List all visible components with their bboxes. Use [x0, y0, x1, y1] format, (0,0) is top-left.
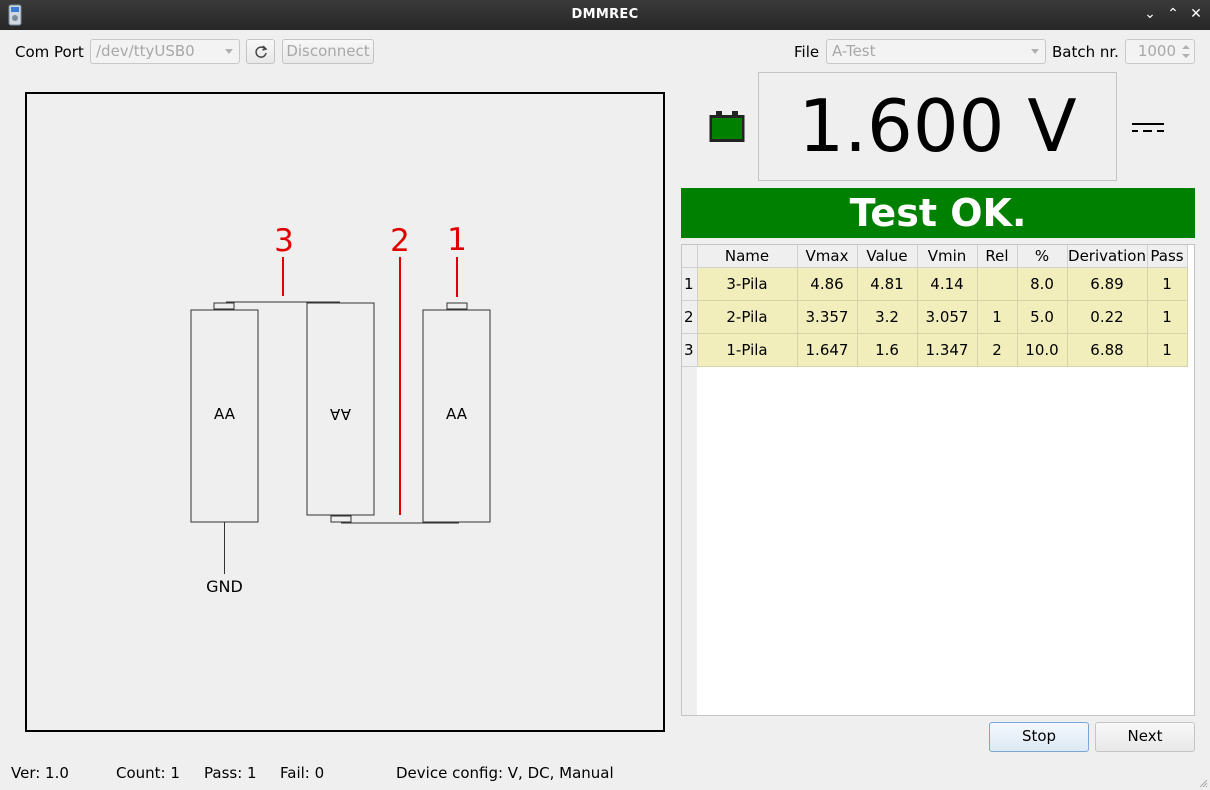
battery-2-label: AA [329, 405, 351, 423]
file-select[interactable]: A-Test [826, 39, 1046, 64]
resize-grip-icon[interactable] [1198, 778, 1208, 788]
cell-vmin[interactable]: 4.14 [917, 267, 978, 301]
circuit-diagram-svg: AA AA AA GND 3 2 1 [190, 222, 491, 596]
com-port-select[interactable]: /dev/ttyUSB0 [90, 39, 240, 64]
battery-3-label: AA [214, 405, 236, 423]
cell-name[interactable]: 2-Pila [697, 300, 798, 334]
column-header[interactable]: Pass [1147, 245, 1188, 268]
table-row[interactable]: 1 3-Pila 4.86 4.81 4.14 8.0 6.89 1 [682, 267, 1188, 301]
cell-name[interactable]: 3-Pila [697, 267, 798, 301]
cell-derivation[interactable]: 6.88 [1067, 333, 1148, 367]
table-row[interactable]: 2 2-Pila 3.357 3.2 3.057 1 5.0 0.22 1 [682, 300, 1188, 334]
refresh-icon [254, 45, 267, 58]
cell-vmin[interactable]: 3.057 [917, 300, 978, 334]
cell-value[interactable]: 1.6 [857, 333, 918, 367]
close-icon[interactable]: ✕ [1187, 5, 1205, 23]
cell-percent[interactable]: 10.0 [1017, 333, 1068, 367]
cell-vmax[interactable]: 1.647 [797, 333, 858, 367]
maximize-icon[interactable]: ⌃ [1164, 5, 1182, 23]
battery-3-terminal [213, 302, 235, 310]
battery-1-terminal [446, 302, 468, 310]
battery-icon [709, 111, 745, 142]
window-title: DMMREC [571, 7, 639, 22]
cell-name[interactable]: 1-Pila [697, 333, 798, 367]
pass-label: Pass: 1 [204, 764, 257, 782]
file-value: A-Test [832, 42, 876, 60]
minimize-icon[interactable]: ⌄ [1141, 5, 1159, 23]
spin-down-icon[interactable] [1182, 54, 1190, 58]
cell-value[interactable]: 4.81 [857, 267, 918, 301]
row-index: 1 [682, 267, 698, 301]
com-port-value: /dev/ttyUSB0 [96, 42, 195, 60]
disconnect-button[interactable]: Disconnect [282, 39, 374, 64]
batch-value: 1000 [1137, 42, 1176, 60]
cell-percent[interactable]: 8.0 [1017, 267, 1068, 301]
voltage-display: 1.600 V [758, 72, 1117, 181]
column-header[interactable]: % [1017, 245, 1068, 268]
row-index: 3 [682, 333, 698, 367]
results-table[interactable]: Name Vmax Value Vmin Rel % Derivation Pa… [681, 244, 1195, 716]
table-row[interactable]: 3 1-Pila 1.647 1.6 1.347 2 10.0 6.88 1 [682, 333, 1188, 367]
cell-rel[interactable] [977, 267, 1018, 301]
circuit-diagram: AA AA AA GND 3 2 1 [25, 92, 665, 732]
cell-vmax[interactable]: 3.357 [797, 300, 858, 334]
chevron-down-icon [225, 49, 233, 54]
cell-value[interactable]: 3.2 [857, 300, 918, 334]
cell-pass[interactable]: 1 [1147, 267, 1188, 301]
cell-vmax[interactable]: 4.86 [797, 267, 858, 301]
batch-spinbox[interactable]: 1000 [1125, 39, 1195, 64]
device-config-label: Device config: V, DC, Manual [396, 764, 614, 782]
cell-derivation[interactable]: 6.89 [1067, 267, 1148, 301]
column-header[interactable]: Derivation [1067, 245, 1148, 268]
cell-derivation[interactable]: 0.22 [1067, 300, 1148, 334]
dc-symbol-icon [1132, 123, 1164, 132]
probe-3-label: 3 [274, 223, 294, 259]
cell-pass[interactable]: 1 [1147, 333, 1188, 367]
results-grid: Name Vmax Value Vmin Rel % Derivation Pa… [682, 245, 1188, 367]
cell-rel[interactable]: 2 [977, 333, 1018, 367]
chevron-down-icon [1031, 49, 1039, 54]
column-header[interactable]: Vmax [797, 245, 858, 268]
count-label: Count: 1 [116, 764, 180, 782]
spin-up-icon[interactable] [1182, 45, 1190, 49]
probe-1-label: 1 [447, 222, 467, 258]
cell-percent[interactable]: 5.0 [1017, 300, 1068, 334]
column-header[interactable]: Name [697, 245, 798, 268]
column-header[interactable]: Value [857, 245, 918, 268]
fail-label: Fail: 0 [280, 764, 325, 782]
cell-pass[interactable]: 1 [1147, 300, 1188, 334]
probe-2-label: 2 [390, 223, 410, 259]
battery-2-terminal [330, 515, 352, 523]
cell-vmin[interactable]: 1.347 [917, 333, 978, 367]
title-bar: DMMREC ⌄ ⌃ ✕ [0, 0, 1210, 30]
battery-1-label: AA [446, 405, 468, 423]
column-header[interactable]: Rel [977, 245, 1018, 268]
column-header[interactable]: Vmin [917, 245, 978, 268]
cell-rel[interactable]: 1 [977, 300, 1018, 334]
stop-button[interactable]: Stop [989, 722, 1089, 752]
corner-cell [682, 245, 698, 268]
version-label: Ver: 1.0 [11, 764, 69, 782]
test-result-banner: Test OK. [681, 188, 1195, 238]
file-label: File [794, 43, 820, 61]
row-index: 2 [682, 300, 698, 334]
com-port-label: Com Port [15, 43, 84, 61]
next-button[interactable]: Next [1095, 722, 1195, 752]
table-header-row: Name Vmax Value Vmin Rel % Derivation Pa… [682, 245, 1188, 268]
refresh-button[interactable] [246, 39, 275, 64]
batch-label: Batch nr. [1052, 43, 1119, 61]
gnd-label: GND [206, 577, 243, 596]
